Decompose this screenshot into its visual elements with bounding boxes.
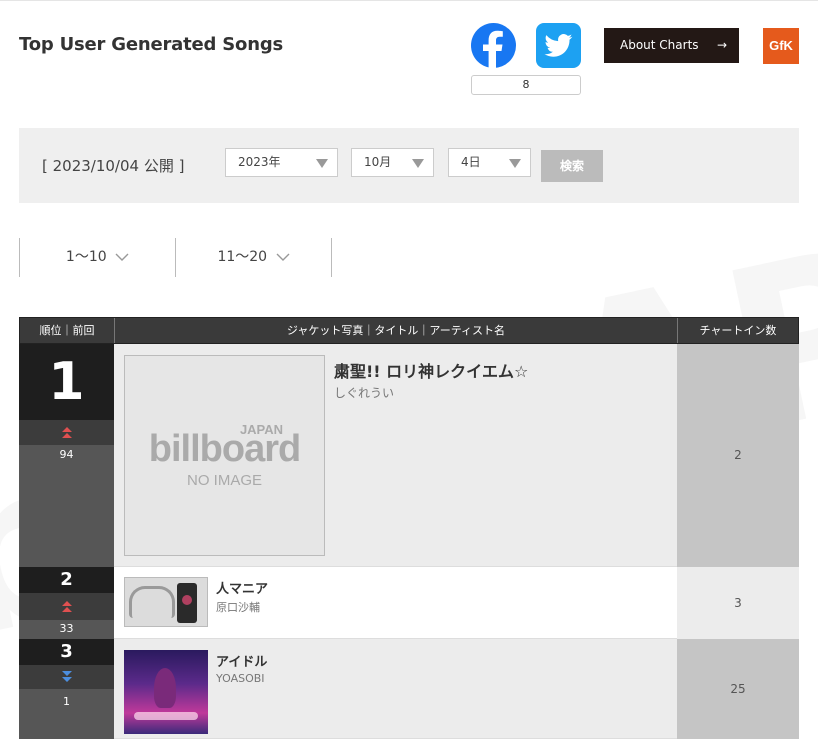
twitter-share-button[interactable] — [536, 23, 581, 68]
month-select[interactable]: 10月 — [351, 148, 434, 177]
rank-up-icon — [19, 593, 114, 620]
page-title: Top User Generated Songs — [19, 34, 284, 55]
rank-number: 1 — [19, 344, 114, 420]
rank-number: 3 — [19, 639, 114, 665]
arrow-right-icon: → — [716, 38, 727, 52]
rank-cell: 1 94 — [19, 344, 114, 567]
table-row[interactable]: 1 94 JAPAN billboard NO IMAGE 粛聖!! ロリ神レク… — [19, 344, 799, 567]
chevron-down-icon — [509, 159, 521, 168]
chart-in-count: 25 — [677, 639, 799, 739]
rank-down-icon — [19, 665, 114, 689]
rank-cell: 2 33 — [19, 567, 114, 639]
chart-in-count: 2 — [677, 344, 799, 567]
tab-range-label: 11〜20 — [217, 249, 268, 265]
rank-number: 2 — [19, 567, 114, 593]
column-header-info: ジャケット写真｜タイトル｜アーティスト名 — [286, 324, 506, 337]
previous-rank: 94 — [59, 448, 74, 461]
table-row[interactable]: 2 33 人マニア 原口沙輔 3 — [19, 567, 799, 639]
share-count: 8 — [471, 75, 581, 95]
tab-divider — [331, 238, 332, 277]
table-row[interactable]: 3 1 アイドル YOASOBI 25 — [19, 639, 799, 739]
album-jacket[interactable] — [124, 650, 208, 734]
twitter-icon — [544, 34, 573, 57]
column-header-rank: 順位｜前回 — [39, 324, 95, 337]
tab-range-1-10[interactable]: 1〜10 — [19, 238, 175, 277]
table-header: 順位｜前回 ジャケット写真｜タイトル｜アーティスト名 チャートイン数 — [19, 317, 799, 344]
song-info-cell: アイドル YOASOBI — [114, 639, 677, 739]
facebook-share-button[interactable] — [471, 23, 516, 68]
song-title[interactable]: アイドル — [216, 651, 267, 670]
column-header-weeks: チャートイン数 — [699, 324, 777, 337]
date-selector-panel: [ 2023/10/04 公開 ] 2023年 10月 4日 検索 — [19, 128, 799, 203]
gfk-logo[interactable]: GfK — [763, 28, 799, 64]
chevron-down-icon — [115, 253, 129, 261]
billboard-logo: billboard — [148, 428, 301, 470]
chevron-down-icon — [276, 253, 290, 261]
rank-cell: 3 1 — [19, 639, 114, 739]
artist-name[interactable]: 原口沙輔 — [216, 599, 260, 615]
rank-up-icon — [19, 420, 114, 445]
artist-name[interactable]: しぐれうい — [334, 384, 394, 401]
previous-rank: 1 — [63, 695, 70, 708]
search-button[interactable]: 検索 — [541, 150, 603, 182]
song-info-cell: 人マニア 原口沙輔 — [114, 567, 677, 639]
tab-range-11-20[interactable]: 11〜20 — [175, 238, 331, 277]
song-title[interactable]: 人マニア — [216, 578, 268, 597]
song-title[interactable]: 粛聖!! ロリ神レクイエム☆ — [334, 358, 528, 382]
published-date: [ 2023/10/04 公開 ] — [42, 157, 185, 175]
artist-name[interactable]: YOASOBI — [216, 672, 265, 685]
song-info-cell: JAPAN billboard NO IMAGE 粛聖!! ロリ神レクイエム☆ … — [114, 344, 677, 567]
chart-in-count: 3 — [677, 567, 799, 639]
about-charts-label: About Charts — [620, 38, 699, 52]
chevron-down-icon — [412, 159, 424, 168]
about-charts-button[interactable]: About Charts → — [604, 28, 739, 63]
chevron-down-icon — [316, 159, 328, 168]
year-select-value: 2023年 — [238, 155, 281, 169]
day-select[interactable]: 4日 — [448, 148, 531, 177]
day-select-value: 4日 — [461, 155, 481, 169]
tab-range-label: 1〜10 — [65, 249, 107, 265]
year-select[interactable]: 2023年 — [225, 148, 338, 177]
previous-rank: 33 — [59, 622, 74, 635]
month-select-value: 10月 — [364, 155, 392, 169]
no-image-jacket: JAPAN billboard NO IMAGE — [124, 355, 325, 556]
no-image-label: NO IMAGE — [186, 472, 262, 489]
album-jacket[interactable] — [124, 577, 208, 627]
facebook-icon — [483, 30, 503, 68]
top-divider — [0, 0, 818, 1]
